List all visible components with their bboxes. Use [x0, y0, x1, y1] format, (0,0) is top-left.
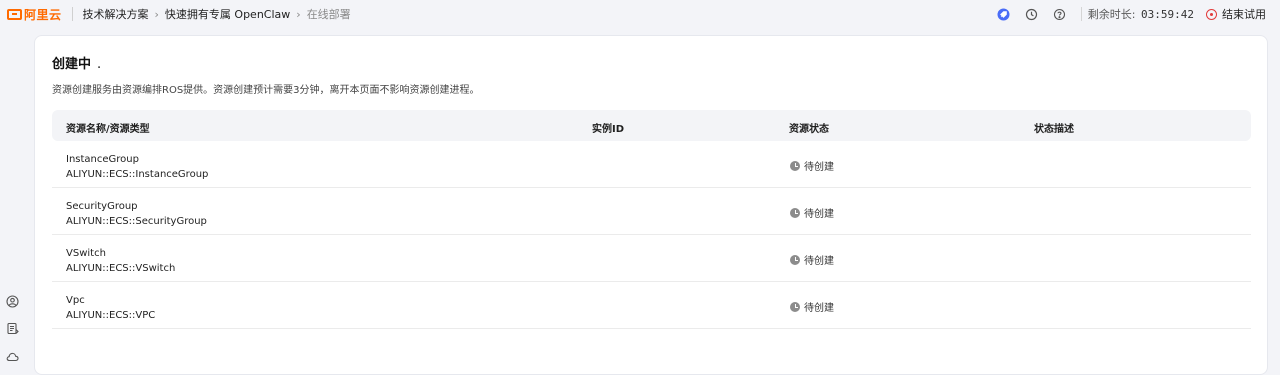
remaining-time-value: 03:59:42 [1141, 8, 1194, 21]
page-title: 创建中. [52, 53, 101, 72]
clock-icon [790, 254, 800, 265]
history-icon[interactable] [1025, 7, 1039, 21]
divider [71, 7, 73, 21]
resource-type: ALIYUN::ECS::SecurityGroup [66, 216, 207, 227]
chevron-right-icon: › [296, 7, 301, 21]
aliyun-logo[interactable]: 阿里云 [7, 0, 62, 28]
rocket-icon[interactable] [997, 7, 1011, 21]
breadcrumb-item-current: 在线部署 [306, 8, 351, 21]
top-bar: 阿里云 技术解决方案 › 快速拥有专属 OpenClaw › 在线部署 剩余时长… [0, 0, 1280, 28]
resource-name: Vpc [66, 295, 85, 306]
breadcrumb: 技术解决方案 › 快速拥有专属 OpenClaw › 在线部署 [83, 6, 351, 22]
resource-table: 资源名称/资源类型 实例ID 资源状态 状态描述 InstanceGroup A… [52, 110, 1251, 329]
resource-name: SecurityGroup [66, 201, 138, 212]
clock-icon [790, 160, 800, 171]
status-badge: 待创建 [790, 299, 834, 314]
cloud-icon[interactable] [6, 348, 19, 362]
status-text: 待创建 [804, 303, 834, 314]
status-badge: 待创建 [790, 158, 834, 173]
table-row: Vpc ALIYUN::ECS::VPC 待创建 [52, 282, 1251, 329]
chevron-right-icon: › [154, 7, 159, 21]
resource-name-cell: VSwitch ALIYUN::ECS::VSwitch [66, 246, 175, 276]
column-header-instance-id: 实例ID [592, 124, 625, 135]
remaining-label: 剩余时长: [1087, 8, 1136, 21]
page-title-text: 创建中 [52, 57, 92, 72]
status-badge: 待创建 [790, 252, 834, 267]
remaining-time: 剩余时长: 03:59:42 [1088, 6, 1194, 22]
topbar-actions: 剩余时长: 03:59:42 结束试用 [997, 0, 1280, 28]
logo-text: 阿里云 [24, 7, 62, 22]
clock-icon [790, 301, 800, 312]
table-row: VSwitch ALIYUN::ECS::VSwitch 待创建 [52, 235, 1251, 282]
user-icon[interactable] [6, 293, 19, 308]
resource-type: ALIYUN::ECS::VPC [66, 310, 156, 321]
breadcrumb-item-openclaw[interactable]: 快速拥有专属 OpenClaw [165, 6, 290, 22]
deployment-card: 创建中. 资源创建服务由资源编排ROS提供。资源创建预计需要3分钟，离开本页面不… [34, 35, 1268, 375]
help-icon[interactable] [1053, 7, 1067, 21]
page-description: 资源创建服务由资源编排ROS提供。资源创建预计需要3分钟，离开本页面不影响资源创… [52, 85, 480, 96]
stop-icon [1206, 8, 1217, 20]
breadcrumb-item-solutions[interactable]: 技术解决方案 [83, 6, 149, 22]
status-text: 待创建 [804, 162, 834, 173]
clock-icon [790, 207, 800, 218]
status-text: 待创建 [804, 256, 834, 267]
document-icon[interactable] [6, 320, 19, 335]
divider [1080, 7, 1082, 21]
aliyun-logo-icon [7, 8, 22, 20]
table-row: SecurityGroup ALIYUN::ECS::SecurityGroup… [52, 188, 1251, 235]
column-header-status-desc: 状态描述 [1034, 124, 1074, 135]
resource-name: VSwitch [66, 248, 106, 259]
table-row: InstanceGroup ALIYUN::ECS::InstanceGroup… [52, 141, 1251, 188]
column-header-name: 资源名称/资源类型 [66, 124, 150, 135]
resource-name: InstanceGroup [66, 154, 139, 165]
column-header-status: 资源状态 [789, 124, 829, 135]
resource-name-cell: SecurityGroup ALIYUN::ECS::SecurityGroup [66, 199, 207, 229]
status-badge: 待创建 [790, 205, 834, 220]
resource-type: ALIYUN::ECS::VSwitch [66, 263, 176, 274]
resource-name-cell: Vpc ALIYUN::ECS::VPC [66, 293, 155, 323]
resource-type: ALIYUN::ECS::InstanceGroup [66, 169, 209, 180]
table-header: 资源名称/资源类型 实例ID 资源状态 状态描述 [52, 110, 1251, 141]
end-trial-button[interactable]: 结束试用 [1206, 6, 1266, 22]
resource-name-cell: InstanceGroup ALIYUN::ECS::InstanceGroup [66, 152, 208, 182]
loading-indicator: . [97, 57, 102, 72]
status-text: 待创建 [804, 209, 834, 220]
end-trial-label: 结束试用 [1222, 8, 1266, 21]
